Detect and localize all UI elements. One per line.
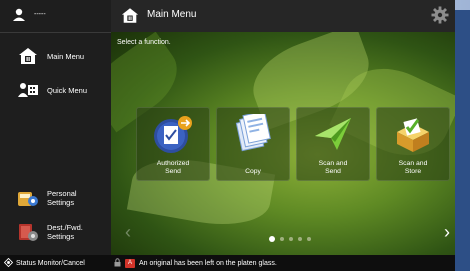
home-icon: [17, 45, 39, 67]
scan-and-send-icon: [311, 114, 355, 154]
page-dot: [289, 237, 293, 241]
label-line-2: Settings: [47, 198, 75, 207]
label-line-2: Settings: [47, 232, 75, 241]
authorized-send-icon: [151, 114, 195, 154]
status-message: An original has been left on the platen …: [139, 259, 277, 267]
scan-and-store-icon: [391, 114, 435, 154]
page-dot: [298, 237, 302, 241]
header-bar: Main Menu: [111, 0, 455, 32]
device-screen: ----- Main Menu Quick Menu Personal Sett…: [0, 0, 455, 271]
label-line-1: Copy: [245, 168, 261, 175]
label-line-1: Scan and: [318, 160, 348, 167]
sidebar-item-main-menu[interactable]: Main Menu: [0, 38, 111, 74]
status-monitor-label: Status Monitor/Cancel: [16, 259, 85, 267]
quick-menu-icon: [17, 79, 39, 101]
sidebar-item-label: Quick Menu: [47, 85, 88, 95]
sidebar-item-label: Dest./Fwd. Settings: [47, 223, 83, 241]
warning-badge: A: [125, 258, 136, 268]
status-message-area: A An original has been left on the plate…: [114, 255, 277, 271]
status-monitor-icon: [3, 257, 14, 269]
page-title: Main Menu: [147, 9, 197, 20]
tile-label: Scan and Send: [297, 160, 369, 176]
tile-label: Scan and Store: [377, 160, 449, 176]
user-name: -----: [34, 11, 46, 18]
tile-scan-and-store[interactable]: Scan and Store: [376, 107, 450, 181]
sidebar-item-label: Main Menu: [47, 51, 85, 61]
tile-authorized-send[interactable]: Authorized Send: [136, 107, 210, 181]
label-line-1: Personal: [47, 189, 77, 198]
sidebar-item-quick-menu[interactable]: Quick Menu: [0, 72, 111, 108]
status-monitor-button[interactable]: Status Monitor/Cancel: [0, 255, 111, 271]
sidebar-item-label: Personal Settings: [47, 189, 77, 207]
copy-icon: [231, 110, 275, 154]
label-line-1: Dest./Fwd.: [47, 223, 83, 232]
sidebar-item-dest-fwd-settings[interactable]: Dest./Fwd. Settings: [0, 214, 111, 250]
label-line-1: Scan and: [398, 160, 428, 167]
tile-label: Copy: [217, 168, 289, 176]
instruction-text: Select a function.: [117, 39, 171, 46]
lock-icon: [114, 257, 121, 269]
tile-copy[interactable]: Copy: [216, 107, 290, 181]
user-icon: [12, 8, 26, 27]
destination-settings-icon: [17, 221, 39, 243]
page-dot: [280, 237, 284, 241]
warning-code: A: [128, 259, 133, 266]
label-line-2: Send: [325, 168, 341, 175]
page-indicator: [269, 236, 311, 242]
next-page-arrow[interactable]: ›: [444, 222, 450, 243]
label-line-2: Store: [404, 168, 422, 175]
label-line-2: Send: [165, 168, 181, 175]
tile-scan-and-send[interactable]: Scan and Send: [296, 107, 370, 181]
user-login-area[interactable]: -----: [0, 0, 111, 33]
sidebar: ----- Main Menu Quick Menu Personal Sett…: [0, 0, 111, 255]
page-dot: [269, 236, 275, 242]
personal-settings-icon: [17, 187, 39, 209]
label-line-1: Authorized: [156, 160, 190, 167]
home-icon: [121, 7, 139, 29]
sidebar-item-personal-settings[interactable]: Personal Settings: [0, 180, 111, 216]
tile-label: Authorized Send: [137, 160, 209, 176]
main-menu-area: Select a function. Authorized Send Copy: [111, 32, 455, 255]
previous-page-arrow[interactable]: ‹: [125, 222, 131, 243]
status-bar: Status Monitor/Cancel A An original has …: [0, 255, 455, 271]
gear-icon[interactable]: [431, 6, 449, 29]
page-dot: [307, 237, 311, 241]
